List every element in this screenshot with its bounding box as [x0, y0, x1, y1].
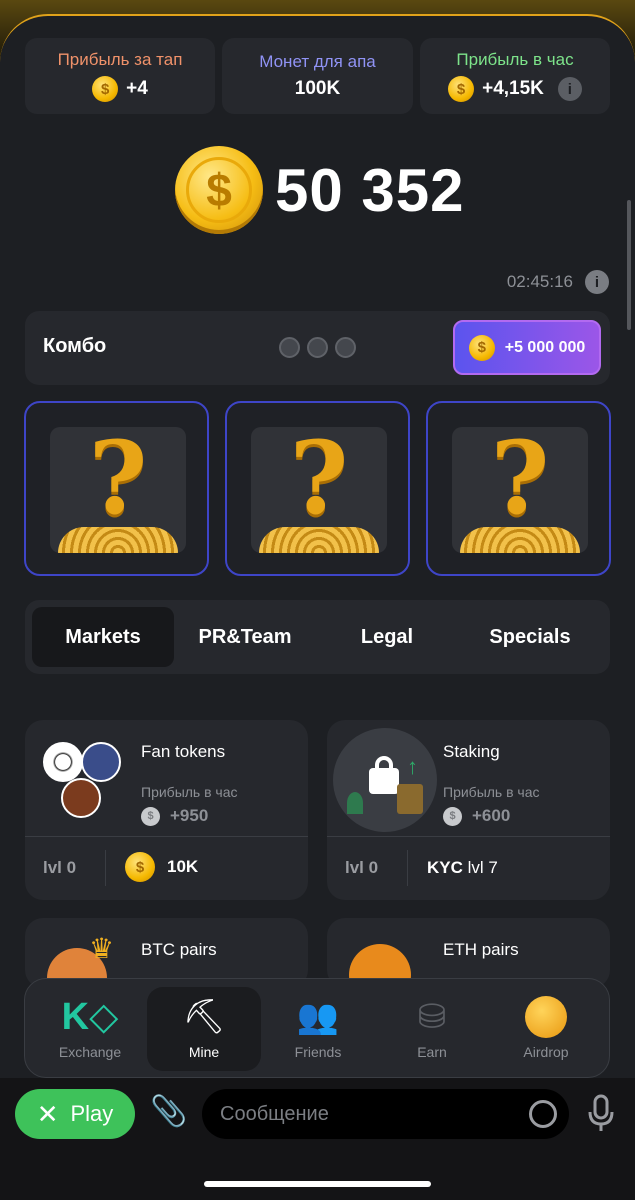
- sports-balls-icon: [43, 742, 123, 822]
- coin-pile-icon: [259, 527, 379, 553]
- combo-dot: [335, 337, 356, 358]
- balance: $ 50 352: [175, 146, 465, 234]
- coins-stack-icon: ⛁: [417, 998, 447, 1036]
- profit-label: Прибыль в час: [141, 784, 238, 800]
- question-mark-icon: ?: [289, 427, 349, 537]
- requirement-text: KYC lvl 7: [427, 858, 498, 877]
- card-cost: 10K: [167, 857, 199, 876]
- combo-card-slot[interactable]: ?: [24, 401, 209, 576]
- stat-card-tap-profit: Прибыль за тап $ +4: [25, 38, 215, 114]
- stat-title: Монет для апа: [259, 52, 376, 71]
- tab-markets[interactable]: Markets: [32, 607, 174, 667]
- bottom-navigation: K◇ Exchange ⛏ Mine 👥 Friends ⛁ Earn Aird…: [24, 978, 610, 1078]
- stat-title: Прибыль за тап: [57, 50, 183, 69]
- exchange-icon: K◇: [61, 996, 119, 1038]
- nav-exchange[interactable]: K◇ Exchange: [33, 987, 147, 1071]
- stat-card-hourly-profit: Прибыль в час $ +4,15K i: [420, 38, 610, 114]
- combo-progress-dots: [279, 337, 356, 358]
- coin-icon: $: [141, 806, 160, 826]
- coin-pile-icon: [58, 527, 178, 553]
- coin-icon: $: [468, 334, 495, 361]
- market-card-staking[interactable]: ↑ Staking Прибыль в час $ +600 lvl 0 KYC …: [327, 720, 610, 900]
- nav-mine[interactable]: ⛏ Mine: [147, 987, 261, 1071]
- friends-icon: 👥: [296, 998, 340, 1036]
- combo-timer: 02:45:16 i: [507, 270, 609, 294]
- sticker-icon[interactable]: [529, 1100, 557, 1128]
- nav-label: Exchange: [58, 1044, 122, 1060]
- combo-dot: [279, 337, 300, 358]
- combo-bar: Комбо $ +5 000 000: [25, 311, 610, 385]
- question-mark-icon: ?: [88, 427, 148, 537]
- combo-label: Комбо: [43, 335, 107, 357]
- coin-icon: $: [125, 852, 155, 882]
- pickaxe-icon: ⛏: [182, 998, 226, 1036]
- stat-value: 100K: [294, 78, 341, 99]
- tab-legal[interactable]: Legal: [316, 607, 458, 667]
- nav-label: Mine: [188, 1044, 220, 1060]
- scrollbar[interactable]: [627, 200, 631, 330]
- stat-value: +4,15K: [482, 78, 544, 99]
- attach-icon[interactable]: 📎: [150, 1094, 187, 1129]
- card-title: BTC pairs: [141, 940, 217, 959]
- combo-card-slot[interactable]: ?: [426, 401, 611, 576]
- profit-value: +950: [170, 806, 209, 825]
- close-icon: ✕: [36, 1098, 59, 1129]
- balance-value: 50 352: [275, 156, 465, 224]
- tab-pr-team[interactable]: PR&Team: [174, 607, 316, 667]
- stat-title: Прибыль в час: [456, 50, 574, 69]
- nav-label: Airdrop: [523, 1044, 569, 1060]
- message-input[interactable]: Сообщение: [202, 1089, 569, 1139]
- microphone-icon[interactable]: [588, 1094, 614, 1132]
- hamster-coin-icon: [525, 996, 567, 1038]
- card-title: ETH pairs: [443, 940, 519, 959]
- staking-lock-icon: ↑: [333, 728, 437, 832]
- nav-label: Earn: [417, 1044, 447, 1060]
- crown-icon: ♛: [89, 933, 115, 964]
- coin-icon: $: [175, 146, 263, 234]
- play-button[interactable]: ✕ Play: [15, 1089, 135, 1139]
- coin-icon: $: [92, 76, 119, 102]
- combo-reward-button[interactable]: $ +5 000 000: [453, 320, 601, 375]
- profit-label: Прибыль в час: [443, 784, 540, 800]
- info-icon[interactable]: i: [557, 77, 582, 101]
- profit-value: +600: [472, 806, 511, 825]
- combo-card-slot[interactable]: ?: [225, 401, 410, 576]
- combo-reward: +5 000 000: [504, 338, 586, 356]
- coin-pile-icon: [460, 527, 580, 553]
- tab-specials[interactable]: Specials: [459, 607, 601, 667]
- nav-airdrop[interactable]: Airdrop: [489, 987, 603, 1071]
- card-level: lvl 0: [345, 858, 379, 877]
- market-card-fan-tokens[interactable]: Fan tokens Прибыль в час $ +950 lvl 0 $10…: [25, 720, 308, 900]
- combo-dot: [307, 337, 328, 358]
- timer-value: 02:45:16: [506, 272, 573, 291]
- category-tabs: Markets PR&Team Legal Specials: [25, 600, 610, 674]
- info-icon[interactable]: i: [585, 270, 609, 294]
- coin-icon: $: [448, 76, 475, 102]
- question-mark-icon: ?: [490, 427, 550, 537]
- nav-earn[interactable]: ⛁ Earn: [375, 987, 489, 1071]
- card-title: Fan tokens: [141, 742, 226, 761]
- message-placeholder: Сообщение: [220, 1102, 329, 1125]
- card-level: lvl 0: [43, 858, 77, 877]
- nav-label: Friends: [294, 1044, 342, 1060]
- play-label: Play: [70, 1101, 114, 1126]
- coin-icon: $: [443, 806, 462, 826]
- stat-card-coins-to-level: Монет для апа 100K: [222, 38, 413, 114]
- home-indicator[interactable]: [204, 1181, 431, 1187]
- nav-friends[interactable]: 👥 Friends: [261, 987, 375, 1071]
- card-title: Staking: [443, 742, 500, 761]
- stat-value: +4: [126, 78, 148, 99]
